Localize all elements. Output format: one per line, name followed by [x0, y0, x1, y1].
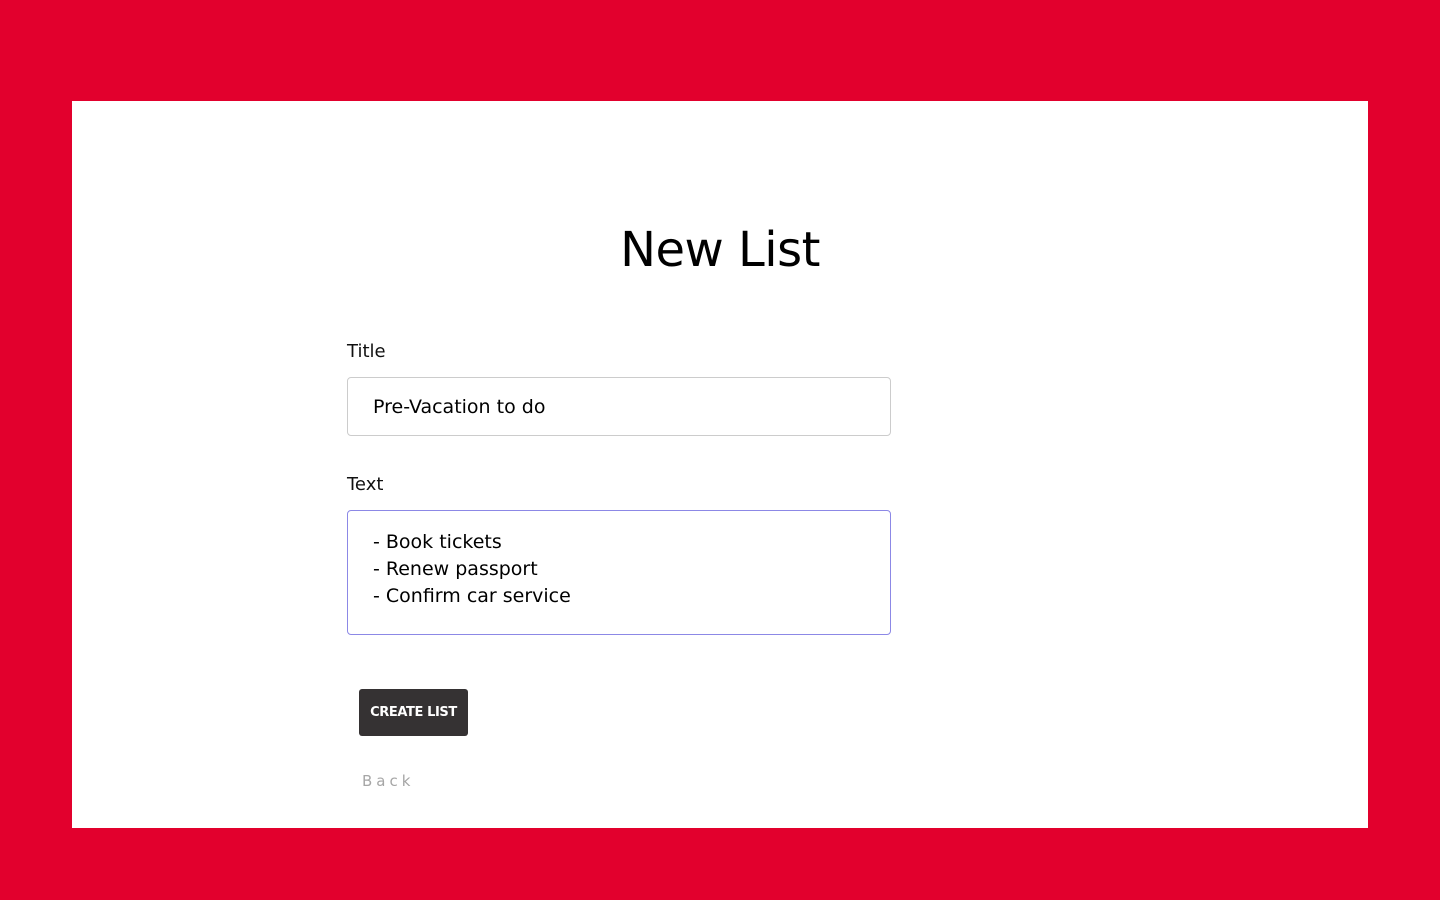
create-list-button[interactable]: CREATE LIST	[359, 689, 468, 736]
title-label: Title	[347, 341, 386, 362]
title-input[interactable]	[347, 377, 891, 436]
page-title: New List	[620, 222, 820, 278]
content-card	[72, 101, 1368, 828]
text-label: Text	[347, 474, 384, 495]
back-link[interactable]: Back	[362, 771, 414, 791]
text-area[interactable]: - Book tickets - Renew passport - Confir…	[347, 510, 891, 635]
